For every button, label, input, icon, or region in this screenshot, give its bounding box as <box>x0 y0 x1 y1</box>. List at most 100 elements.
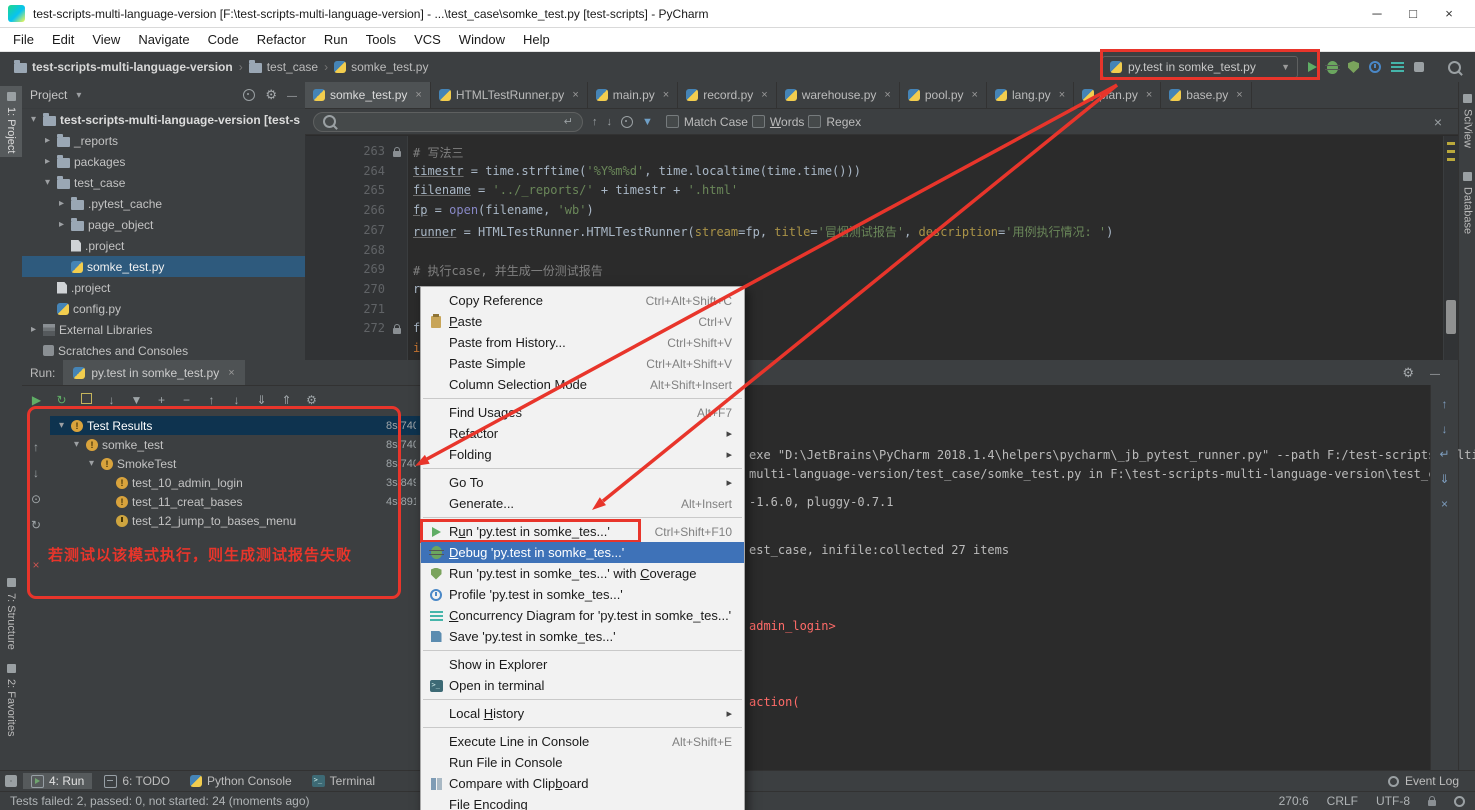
toolwindow-4-run[interactable]: 4: Run <box>23 773 93 789</box>
expand-all-icon[interactable]: + <box>153 393 170 407</box>
test-settings-icon[interactable]: ⚙ <box>303 393 320 407</box>
menu-edit[interactable]: Edit <box>43 32 83 47</box>
stripe-button-2-favorites[interactable]: 2: Favorites <box>0 658 22 740</box>
menu-help[interactable]: Help <box>514 32 559 47</box>
chevron-right-icon[interactable]: ▸ <box>42 135 53 146</box>
down-icon[interactable]: ↓ <box>28 466 45 480</box>
hide-panel-icon[interactable] <box>1430 366 1440 380</box>
tool-window-switcher-icon[interactable] <box>5 775 17 787</box>
editor-tab-main-py[interactable]: main.py × <box>588 82 679 108</box>
context-menu-folding[interactable]: Folding ▸ <box>421 444 744 465</box>
menu-run[interactable]: Run <box>315 32 357 47</box>
chevron-down-icon[interactable]: ▾ <box>71 439 82 450</box>
profiler-icon[interactable] <box>1369 61 1381 73</box>
menu-file[interactable]: File <box>4 32 43 47</box>
context-menu-generate[interactable]: Generate... Alt+Insert <box>421 493 744 514</box>
project-tree-item-config-py[interactable]: config.py <box>22 298 305 319</box>
find-next-icon[interactable]: ↓ <box>607 116 613 128</box>
context-menu-run-py-test-in-somke-tes-with-coverage[interactable]: Run 'py.test in somke_tes...' with Cover… <box>421 563 744 584</box>
find-option-regex[interactable]: Regex <box>808 115 861 129</box>
soft-wrap-icon[interactable]: ↵ <box>1439 447 1449 461</box>
newline-icon[interactable]: ↵ <box>564 115 573 128</box>
scroll-to-end-icon[interactable]: ⇓ <box>1439 472 1449 486</box>
down-stack-trace-icon[interactable]: ↓ <box>1442 422 1448 436</box>
menu-refactor[interactable]: Refactor <box>248 32 315 47</box>
up-stack-trace-icon[interactable]: ↑ <box>1442 397 1448 411</box>
context-menu-file-encoding[interactable]: File Encoding <box>421 794 744 810</box>
autotest-icon[interactable] <box>78 393 95 407</box>
chevron-down-icon[interactable]: ▾ <box>28 114 39 125</box>
stripe-button-7-structure[interactable]: 7: Structure <box>0 572 22 654</box>
close-tab-icon[interactable]: × <box>415 89 421 101</box>
close-tab-icon[interactable]: × <box>761 89 767 101</box>
context-menu-debug-py-test-in-somke-tes[interactable]: Debug 'py.test in somke_tes...' <box>421 542 744 563</box>
run-config-select[interactable]: py.test in somke_test.py ▼ <box>1102 56 1298 78</box>
breadcrumb-test-case[interactable]: test_case <box>247 60 320 74</box>
context-menu-run-file-in-console[interactable]: Run File in Console <box>421 752 744 773</box>
context-menu-profile-py-test-in-somke-tes[interactable]: Profile 'py.test in somke_tes...' <box>421 584 744 605</box>
stripe-button-database[interactable]: Database <box>1459 166 1475 238</box>
editor-tab-base-py[interactable]: base.py × <box>1161 82 1252 108</box>
project-tree-item-reports[interactable]: ▸ _reports <box>22 130 305 151</box>
chevron-down-icon[interactable]: ▾ <box>42 177 53 188</box>
pin-icon[interactable]: ⊙ <box>28 492 45 506</box>
project-tree-item-external-libraries[interactable]: ▸ External Libraries <box>22 319 305 340</box>
import-tests-icon[interactable]: ⇓ <box>253 393 270 407</box>
context-menu-concurrency-diagram-for-py-test-in-somke-tes[interactable]: Concurrency Diagram for 'py.test in somk… <box>421 605 744 626</box>
context-menu-column-selection-mode[interactable]: Column Selection Mode Alt+Shift+Insert <box>421 374 744 395</box>
editor-tab-pool-py[interactable]: pool.py × <box>900 82 987 108</box>
gear-icon[interactable] <box>265 87 277 103</box>
close-button[interactable]: × <box>1431 6 1467 21</box>
context-menu-compare-with-clipboard[interactable]: Compare with Clipboard <box>421 773 744 794</box>
editor-tab-lang-py[interactable]: lang.py × <box>987 82 1075 108</box>
test-tree-item-test-10-admin-login[interactable]: test_10_admin_login 3s 849ms <box>50 473 422 492</box>
chevron-right-icon[interactable]: ▸ <box>56 219 67 230</box>
next-failed-icon[interactable]: ↓ <box>228 393 245 407</box>
context-menu-show-in-explorer[interactable]: Show in Explorer <box>421 654 744 675</box>
toolwindow-python-console[interactable]: Python Console <box>182 773 300 789</box>
context-menu-save-py-test-in-somke-tes[interactable]: Save 'py.test in somke_tes...' <box>421 626 744 647</box>
menu-view[interactable]: View <box>83 32 129 47</box>
search-field[interactable]: ↵ <box>313 111 583 132</box>
close-tab-icon[interactable]: × <box>572 89 578 101</box>
history-icon[interactable]: ↻ <box>28 518 45 532</box>
project-tree-item-test-case[interactable]: ▾ test_case <box>22 172 305 193</box>
minimize-button[interactable]: ─ <box>1359 6 1395 21</box>
breadcrumb-test-scripts-multi-language-version[interactable]: test-scripts-multi-language-version <box>12 60 235 74</box>
close-tab-icon[interactable]: × <box>972 89 978 101</box>
close-find-bar-icon[interactable]: × <box>1434 114 1450 130</box>
prev-failed-icon[interactable]: ↑ <box>203 393 220 407</box>
filter-icon[interactable]: ▼ <box>128 393 145 407</box>
find-option-match-case[interactable]: Match Case <box>665 115 748 129</box>
chevron-down-icon[interactable]: ▾ <box>56 420 67 431</box>
stripe-button-1-project[interactable]: 1: Project <box>0 86 22 158</box>
editor-tab-plan-py[interactable]: plan.py × <box>1074 82 1162 108</box>
export-tests-icon[interactable]: ⇑ <box>278 393 295 407</box>
context-menu-go-to[interactable]: Go To ▸ <box>421 472 744 493</box>
concurrency-icon[interactable] <box>1391 62 1404 72</box>
search-everywhere-icon[interactable] <box>1448 60 1461 74</box>
chevron-right-icon[interactable]: ▸ <box>56 198 67 209</box>
up-icon[interactable]: ↑ <box>28 440 45 454</box>
context-menu-paste-from-history[interactable]: Paste from History... Ctrl+Shift+V <box>421 332 744 353</box>
rerun-icon[interactable]: ▶ <box>28 393 45 407</box>
chevron-down-icon[interactable]: ▾ <box>73 90 84 101</box>
file-encoding[interactable]: UTF-8 <box>1376 794 1410 808</box>
test-tree-item-test-12-jump-to-bases-menu[interactable]: test_12_jump_to_bases_menu <box>50 511 422 530</box>
error-stripe[interactable] <box>1443 136 1458 360</box>
breadcrumb-somke-test-py[interactable]: somke_test.py <box>332 60 430 74</box>
context-menu-run-py-test-in-somke-tes[interactable]: Run 'py.test in somke_tes...' Ctrl+Shift+… <box>420 519 744 543</box>
rerun-failed-icon[interactable]: ↻ <box>53 393 70 407</box>
stripe-button-sciview[interactable]: SciView <box>1459 88 1475 152</box>
context-menu-find-usages[interactable]: Find Usages Alt+F7 <box>421 402 744 423</box>
close-tab-icon[interactable]: × <box>884 89 890 101</box>
toolwindow-6-todo[interactable]: 6: TODO <box>96 773 178 789</box>
close-tab-icon[interactable]: × <box>663 89 669 101</box>
find-previous-icon[interactable]: ↑ <box>592 116 598 128</box>
menu-vcs[interactable]: VCS <box>405 32 450 47</box>
close-tab-icon[interactable]: × <box>1059 89 1065 101</box>
lock-icon[interactable] <box>1428 796 1436 806</box>
scrollbar-thumb[interactable] <box>1446 300 1456 334</box>
line-separator[interactable]: CRLF <box>1327 794 1358 808</box>
test-tree-item-smoketest[interactable]: ▾ SmokeTest 8s 740ms <box>50 454 422 473</box>
